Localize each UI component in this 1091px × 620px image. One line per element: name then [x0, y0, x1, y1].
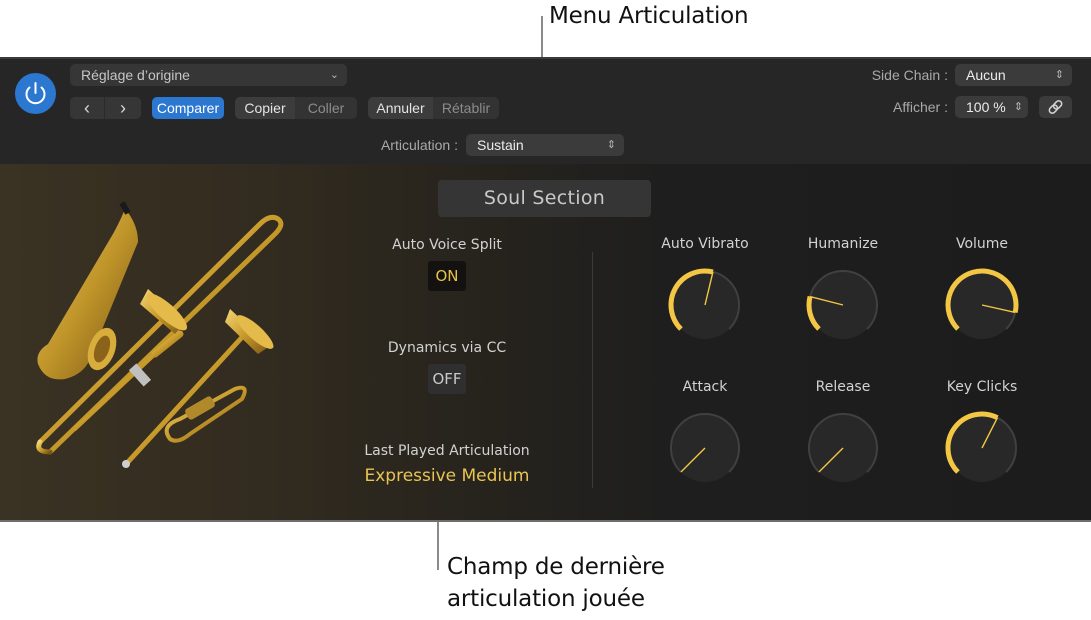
section-divider [592, 252, 593, 488]
knob-release[interactable] [798, 403, 888, 493]
knob-key-clicks[interactable] [937, 403, 1027, 493]
knob-attack[interactable] [660, 403, 750, 493]
saxophone-icon [37, 201, 138, 380]
plugin-window: Réglage d’origine ⌄ ‹ › Comparer Copier … [0, 57, 1091, 522]
auto-voice-split-toggle[interactable]: ON [428, 261, 466, 291]
undo-button[interactable]: Annuler [368, 97, 433, 119]
knob-humanize[interactable] [798, 260, 888, 350]
redo-button[interactable]: Rétablir [433, 97, 499, 119]
callout-menu-articulation: Menu Articulation [549, 3, 749, 29]
up-down-chevron-icon: ⇕ [1013, 101, 1023, 113]
callout-last-articulation-line1: Champ de dernière [447, 554, 665, 580]
knob-auto-vibrato[interactable] [660, 260, 750, 350]
articulation-label: Articulation : [380, 137, 458, 153]
last-played-articulation-label: Last Played Articulation [364, 443, 530, 459]
callout-last-articulation-line2: articulation jouée [447, 586, 645, 612]
compare-button[interactable]: Comparer [152, 97, 224, 119]
preset-menu-value: Réglage d’origine [81, 67, 190, 83]
next-preset-button[interactable]: › [105, 97, 141, 119]
link-icon [1048, 100, 1063, 114]
knob-label: Humanize [807, 236, 879, 252]
previous-preset-button[interactable]: ‹ [70, 97, 105, 119]
knob-label: Key Clicks [946, 379, 1018, 395]
chevron-down-icon: ⌄ [329, 69, 339, 81]
last-played-articulation-value: Expressive Medium [364, 466, 530, 486]
link-button[interactable] [1039, 96, 1072, 118]
paste-button[interactable]: Coller [295, 97, 357, 119]
power-button[interactable] [15, 73, 56, 114]
articulation-menu-value: Sustain [477, 137, 524, 153]
auto-voice-split-label: Auto Voice Split [392, 237, 502, 253]
articulation-menu[interactable]: Sustain ⇕ [466, 134, 624, 156]
up-down-chevron-icon: ⇕ [606, 139, 616, 151]
instrument-panel: Soul Section Auto Voice Split ON Dynamic… [0, 164, 1091, 522]
preset-menu[interactable]: Réglage d’origine ⌄ [70, 64, 347, 86]
undo-redo-group: Annuler Rétablir [368, 97, 499, 119]
sidechain-menu-value: Aucun [966, 67, 1006, 83]
knob-volume[interactable] [937, 260, 1027, 350]
brass-instruments-image [36, 201, 284, 468]
plugin-header: Réglage d’origine ⌄ ‹ › Comparer Copier … [0, 57, 1091, 164]
sidechain-label: Side Chain : [871, 67, 948, 83]
dynamics-cc-label: Dynamics via CC [387, 340, 507, 356]
instrument-title: Soul Section [438, 180, 651, 217]
knob-label: Release [815, 379, 871, 395]
copy-button[interactable]: Copier [235, 97, 295, 119]
knob-label: Attack [682, 379, 728, 395]
preset-nav: ‹ › [70, 97, 141, 119]
up-down-chevron-icon: ⇕ [1054, 69, 1064, 81]
knob-label: Volume [955, 236, 1009, 252]
trumpet-icon [122, 309, 274, 468]
view-zoom-menu[interactable]: 100 % ⇕ [955, 96, 1028, 118]
sidechain-menu[interactable]: Aucun ⇕ [955, 64, 1072, 86]
copy-paste-group: Copier Coller [235, 97, 357, 119]
view-label: Afficher : [893, 99, 948, 115]
knob-label: Auto Vibrato [661, 236, 749, 252]
power-icon [25, 82, 46, 105]
dynamics-cc-toggle[interactable]: OFF [428, 364, 466, 394]
view-zoom-value: 100 % [966, 99, 1006, 115]
